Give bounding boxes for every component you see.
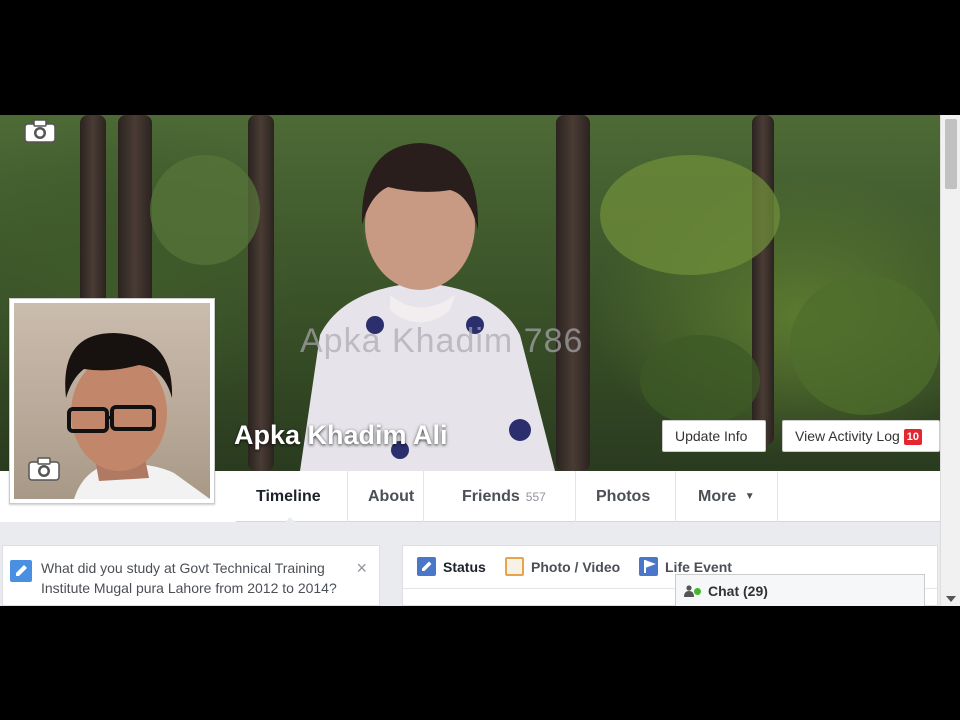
tab-label: More: [698, 488, 737, 505]
active-tab-indicator: [284, 517, 296, 523]
friends-count: 557: [525, 490, 546, 504]
tab-label: About: [368, 488, 415, 505]
camera-icon[interactable]: [28, 457, 60, 481]
tree-trunk: [80, 115, 106, 315]
pencil-icon: [10, 560, 32, 582]
chat-label: Chat (29): [708, 583, 768, 599]
profile-photo: [14, 303, 210, 499]
close-icon[interactable]: ×: [356, 558, 367, 578]
tab-about[interactable]: About: [348, 471, 424, 522]
foliage: [600, 155, 780, 275]
online-status-dot: [694, 588, 701, 595]
person-icon: [684, 585, 694, 597]
cover-watermark-text: Apka Khadim 786: [300, 322, 584, 360]
composer-status-tab[interactable]: Status: [417, 556, 486, 578]
composer-status-label: Status: [443, 559, 486, 575]
profile-picture[interactable]: [9, 298, 215, 504]
facebook-profile-page: Apka Khadim 786 Apka Khadim Ali Update I…: [0, 115, 960, 606]
page-scrollbar[interactable]: [940, 115, 960, 606]
tab-more[interactable]: More ▼: [678, 471, 778, 522]
foliage: [640, 335, 760, 425]
view-activity-log-button[interactable]: View Activity Log 10: [782, 420, 940, 452]
photo-icon: [505, 557, 524, 576]
foliage: [150, 155, 260, 265]
profile-name[interactable]: Apka Khadim Ali: [234, 420, 448, 451]
caret-down-icon: ▼: [744, 491, 755, 502]
profile-nav-bar: Timeline About Friends 557 Photos More ▼: [236, 471, 940, 523]
tab-timeline[interactable]: Timeline: [236, 471, 348, 523]
composer-photo-video-label: Photo / Video: [531, 559, 621, 575]
scroll-down-arrow-icon[interactable]: [946, 596, 956, 602]
tab-label: Photos: [596, 488, 651, 505]
view-activity-log-label: View Activity Log: [795, 428, 900, 444]
profile-prompt-card: What did you study at Govt Technical Tra…: [2, 545, 380, 606]
video-letterbox-bottom: [0, 606, 960, 720]
update-info-button[interactable]: Update Info: [662, 420, 766, 452]
camera-icon[interactable]: [24, 119, 56, 143]
activity-count-badge: 10: [903, 429, 923, 445]
chat-bar[interactable]: Chat (29): [675, 574, 925, 606]
flag-icon: [639, 557, 658, 576]
pencil-icon: [417, 557, 436, 576]
tab-friends[interactable]: Friends 557: [442, 471, 576, 522]
tab-label: Timeline: [256, 488, 321, 505]
tab-label: Friends: [462, 488, 520, 505]
prompt-question-text: What did you study at Govt Technical Tra…: [41, 560, 337, 596]
composer-life-event-label: Life Event: [665, 559, 732, 575]
scrollbar-thumb[interactable]: [945, 119, 957, 189]
tab-photos[interactable]: Photos: [576, 471, 676, 522]
foliage: [790, 275, 940, 415]
composer-photo-video-tab[interactable]: Photo / Video: [505, 556, 620, 578]
video-letterbox-top: [0, 0, 960, 115]
